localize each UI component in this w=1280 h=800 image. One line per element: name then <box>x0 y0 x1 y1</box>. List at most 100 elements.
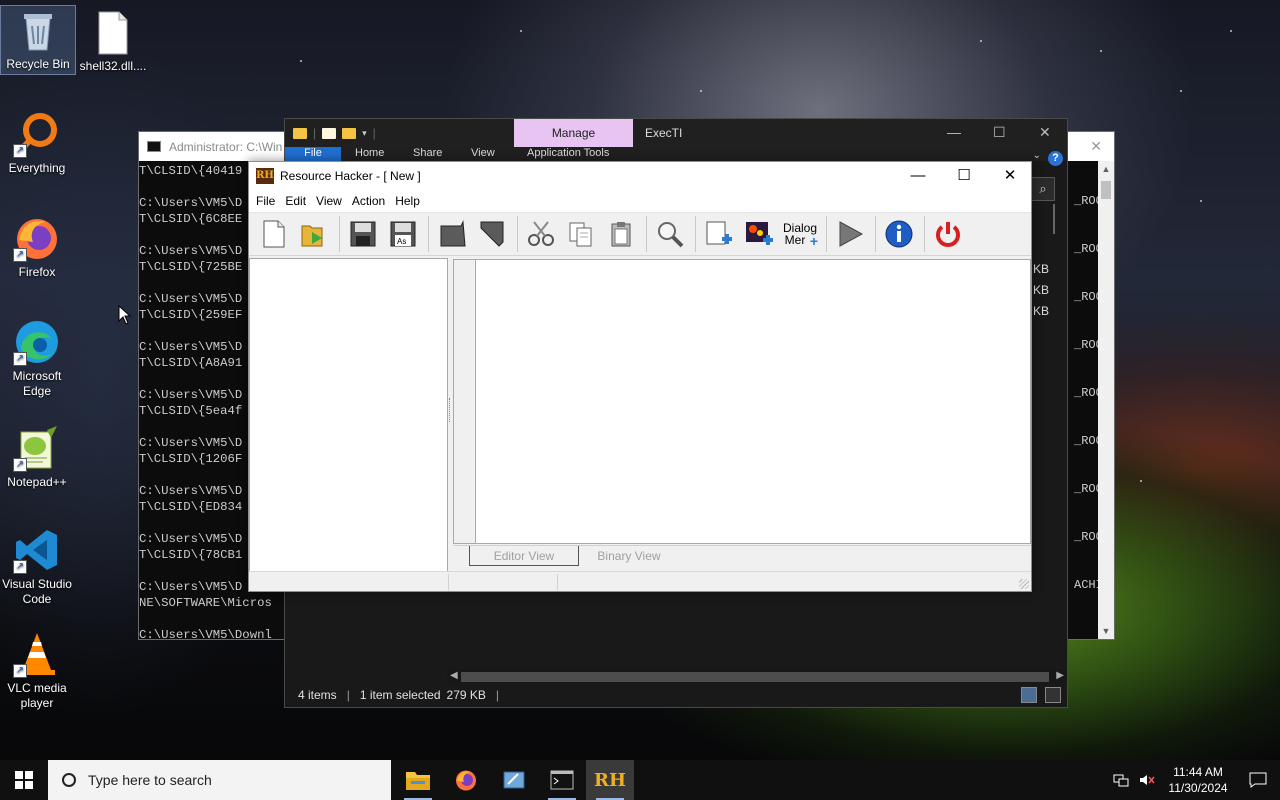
new-folder-icon[interactable] <box>342 127 357 139</box>
tab-home[interactable]: Home <box>355 147 384 159</box>
taskbar-resource-hacker[interactable]: RH <box>586 760 634 800</box>
scroll-down-icon[interactable]: ▼ <box>1098 623 1114 639</box>
copy-button[interactable] <box>562 215 600 253</box>
rh-titlebar[interactable]: RH Resource Hacker - [ New ] — ☐ ✕ <box>249 162 1031 190</box>
resource-tree-pane[interactable] <box>249 258 448 572</box>
notification-center-icon[interactable] <box>1236 772 1280 788</box>
add-blank-resource-button[interactable] <box>700 215 738 253</box>
explorer-statusbar: 4 items | 1 item selected 279 KB | <box>285 683 1067 707</box>
vscode-icon: ↗ <box>13 526 61 574</box>
chevron-down-icon[interactable]: ⌄ <box>1033 150 1041 161</box>
arrow-forward-icon <box>480 221 504 247</box>
paste-button[interactable] <box>602 215 640 253</box>
quick-access-toolbar: | ▾ | <box>285 126 376 140</box>
editor-pane[interactable] <box>475 259 1031 544</box>
shortcut-arrow-icon: ↗ <box>13 664 27 678</box>
taskbar-file-explorer[interactable] <box>394 760 442 800</box>
cut-button[interactable] <box>522 215 560 253</box>
desktop-icon-label: Visual Studio Code <box>2 577 72 606</box>
tab-file[interactable]: File <box>285 147 341 161</box>
back-button[interactable] <box>433 215 471 253</box>
find-button[interactable] <box>651 215 689 253</box>
compile-run-button[interactable] <box>831 215 869 253</box>
forward-button[interactable] <box>473 215 511 253</box>
help-icon[interactable]: ? <box>1048 151 1063 166</box>
minimize-icon[interactable]: — <box>947 124 961 140</box>
close-icon[interactable]: ✕ <box>1090 138 1102 155</box>
system-tray: 11:44 AM 11/30/2024 <box>1108 760 1280 800</box>
tab-application-tools[interactable]: Application Tools <box>527 147 609 159</box>
chevron-down-icon[interactable]: ▾ <box>362 128 367 139</box>
desktop-icon-notepadpp[interactable]: ↗ Notepad++ <box>0 424 74 490</box>
large-icons-view-icon[interactable] <box>1045 687 1061 703</box>
menu-action[interactable]: Action <box>349 194 392 208</box>
explorer-titlebar[interactable]: | ▾ | Manage ExecTI — ☐ ✕ <box>285 119 1067 147</box>
desktop-icon-edge[interactable]: ↗ Microsoft Edge <box>0 318 74 399</box>
taskbar-terminal[interactable] <box>538 760 586 800</box>
resize-grip[interactable] <box>1019 579 1029 589</box>
paste-icon <box>611 222 631 247</box>
about-button[interactable] <box>880 215 918 253</box>
rh-statusbar <box>249 571 1031 591</box>
scroll-right-icon[interactable]: ▶ <box>1056 670 1064 681</box>
desktop-icon-shell32[interactable]: shell32.dll.... <box>76 8 150 74</box>
recycle-bin-icon <box>14 6 62 54</box>
close-button[interactable]: ✕ <box>987 162 1033 190</box>
volume-muted-icon[interactable] <box>1134 773 1160 787</box>
clock[interactable]: 11:44 AM 11/30/2024 <box>1160 764 1236 796</box>
resource-hacker-logo-icon: RH <box>256 168 274 184</box>
scroll-thumb[interactable] <box>1101 181 1111 199</box>
dialog-menu-label-2: Mer <box>784 233 806 247</box>
item-count: 4 items <box>298 688 337 702</box>
taskbar-app[interactable] <box>490 760 538 800</box>
firefox-icon: ↗ <box>13 214 61 262</box>
details-view-icon[interactable] <box>1021 687 1037 703</box>
desktop-icon-everything[interactable]: ↗ Everything <box>0 110 74 176</box>
tab-view[interactable]: View <box>471 147 495 159</box>
tab-binary-view[interactable]: Binary View <box>593 546 665 566</box>
desktop-icon-firefox[interactable]: ↗ Firefox <box>0 214 74 280</box>
scroll-up-icon[interactable]: ▲ <box>1098 161 1114 177</box>
close-icon[interactable]: ✕ <box>1039 124 1051 141</box>
firefox-icon <box>456 770 476 791</box>
clock-date: 11/30/2024 <box>1168 781 1228 795</box>
save-button[interactable] <box>344 215 382 253</box>
console-scrollbar[interactable]: ▲ ▼ <box>1098 161 1114 639</box>
save-as-button[interactable]: As <box>384 215 422 253</box>
file-size: KB <box>1033 283 1050 297</box>
tab-share[interactable]: Share <box>413 147 442 159</box>
minimize-button[interactable]: — <box>895 162 941 190</box>
taskbar-firefox[interactable] <box>442 760 490 800</box>
maximize-icon[interactable]: ☐ <box>993 124 1006 141</box>
desktop-icon-recycle-bin[interactable]: Recycle Bin <box>0 5 76 75</box>
terminal-icon <box>550 770 574 790</box>
scroll-left-icon[interactable]: ◀ <box>450 670 458 681</box>
console-icon <box>147 141 161 152</box>
desktop-icon-vscode[interactable]: ↗ Visual Studio Code <box>0 526 74 607</box>
add-image-resource-button[interactable] <box>740 215 778 253</box>
properties-icon[interactable] <box>322 127 337 139</box>
new-file-button[interactable] <box>255 215 293 253</box>
copy-icon <box>569 222 592 247</box>
scroll-thumb[interactable] <box>461 672 1049 682</box>
desktop-icon-vlc[interactable]: ↗ VLC media player <box>0 630 74 711</box>
tab-editor-view[interactable]: Editor View <box>469 546 579 566</box>
shortcut-arrow-icon: ↗ <box>13 458 27 472</box>
menu-edit[interactable]: Edit <box>282 194 313 208</box>
column-divider[interactable] <box>1053 204 1055 234</box>
dialog-menu-button[interactable]: Dialog Mer + <box>780 215 820 253</box>
vlc-cone-icon: ↗ <box>13 630 61 678</box>
tab-manage[interactable]: Manage <box>514 119 633 147</box>
exit-button[interactable] <box>929 215 967 253</box>
taskbar-search[interactable]: Type here to search <box>48 760 391 800</box>
menu-view[interactable]: View <box>313 194 349 208</box>
resource-hacker-window[interactable]: RH Resource Hacker - [ New ] — ☐ ✕ File … <box>248 161 1032 592</box>
start-button[interactable] <box>0 760 48 800</box>
selected-size: 279 KB <box>446 688 486 702</box>
open-file-button[interactable] <box>295 215 333 253</box>
network-icon[interactable] <box>1108 773 1134 787</box>
search-icon[interactable]: ⌕ <box>1031 177 1055 201</box>
maximize-button[interactable]: ☐ <box>941 162 987 190</box>
menu-help[interactable]: Help <box>392 194 427 208</box>
menu-file[interactable]: File <box>253 194 282 208</box>
